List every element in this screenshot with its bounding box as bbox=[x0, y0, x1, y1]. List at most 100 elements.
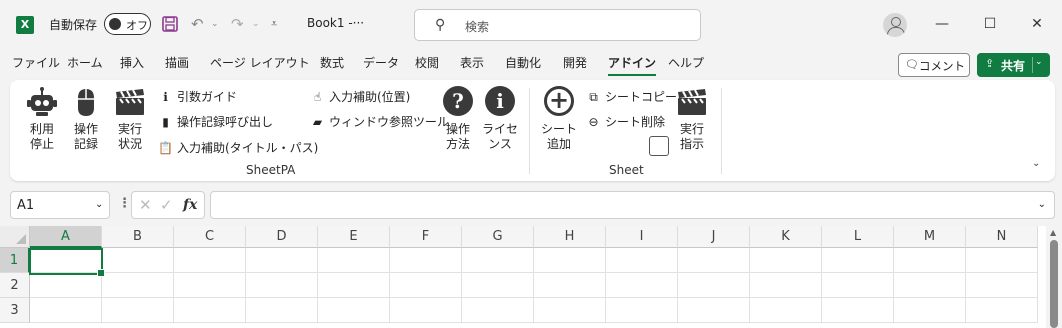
argument-guide-button[interactable]: ℹ 引数ガイド bbox=[158, 88, 237, 105]
grid-cell[interactable] bbox=[30, 298, 102, 323]
tab-page-layout[interactable]: ページ レイアウト bbox=[210, 54, 310, 71]
how-to-button[interactable]: ? 操作 方法 bbox=[440, 86, 476, 152]
redo-dropdown-icon[interactable]: ⌄ bbox=[252, 13, 260, 35]
input-assist-title-button[interactable]: 📋 入力補助(タイトル・パス) bbox=[158, 139, 318, 156]
tab-data[interactable]: データ bbox=[363, 54, 399, 71]
worksheet-grid[interactable]: ABCDEFGHIJKLMN 123 bbox=[0, 226, 1062, 328]
formula-input[interactable]: ⌄ bbox=[210, 191, 1055, 219]
call-record-button[interactable]: ▮ 操作記録呼び出し bbox=[158, 113, 273, 130]
grid-cell[interactable] bbox=[822, 298, 894, 323]
grid-cell[interactable] bbox=[102, 273, 174, 298]
column-header[interactable]: L bbox=[822, 226, 894, 248]
undo-dropdown-icon[interactable]: ⌄ bbox=[211, 13, 219, 35]
expand-formula-icon[interactable]: ⌄ bbox=[1038, 199, 1046, 210]
grid-cell[interactable] bbox=[966, 248, 1038, 273]
scroll-thumb[interactable] bbox=[1050, 240, 1058, 328]
row-header[interactable]: 2 bbox=[0, 273, 30, 298]
minimize-icon[interactable]: — bbox=[932, 13, 952, 35]
grid-cell[interactable] bbox=[318, 248, 390, 273]
column-header[interactable]: C bbox=[174, 226, 246, 248]
grid-cell[interactable] bbox=[678, 298, 750, 323]
grid-cell[interactable] bbox=[894, 273, 966, 298]
grid-cell[interactable] bbox=[894, 298, 966, 323]
chevron-down-icon[interactable]: ⌄ bbox=[95, 199, 103, 210]
tab-automate[interactable]: 自動化 bbox=[505, 54, 541, 71]
execute-instruction-button[interactable]: 実行 指示 bbox=[674, 86, 710, 152]
autosave-toggle[interactable]: オフ bbox=[104, 13, 151, 35]
scroll-up-icon[interactable]: ▲ bbox=[1050, 228, 1056, 237]
grid-cell[interactable] bbox=[318, 298, 390, 323]
column-header[interactable]: D bbox=[246, 226, 318, 248]
grid-cell[interactable] bbox=[750, 248, 822, 273]
fx-icon[interactable]: fx bbox=[183, 197, 197, 213]
column-header[interactable]: E bbox=[318, 226, 390, 248]
copy-sheet-button[interactable]: ⧉ シートコピー bbox=[586, 88, 677, 105]
grid-cell[interactable] bbox=[606, 298, 678, 323]
column-header[interactable]: M bbox=[894, 226, 966, 248]
grid-cell[interactable] bbox=[246, 248, 318, 273]
document-title[interactable]: Book1 -··· bbox=[307, 16, 364, 30]
grid-cell[interactable] bbox=[174, 248, 246, 273]
grid-cell[interactable] bbox=[606, 248, 678, 273]
grid-cell[interactable] bbox=[390, 298, 462, 323]
grid-cell[interactable] bbox=[246, 273, 318, 298]
column-header[interactable]: K bbox=[750, 226, 822, 248]
tab-formulas[interactable]: 数式 bbox=[320, 54, 344, 71]
column-header[interactable]: B bbox=[102, 226, 174, 248]
cancel-icon[interactable]: ✕ bbox=[139, 196, 152, 214]
undo-icon[interactable]: ↶ bbox=[191, 13, 204, 35]
sheet-option-checkbox[interactable] bbox=[649, 136, 669, 156]
select-all-button[interactable] bbox=[0, 226, 30, 248]
row-header[interactable]: 1 bbox=[0, 248, 30, 273]
column-header[interactable]: N bbox=[966, 226, 1038, 248]
grid-cell[interactable] bbox=[390, 248, 462, 273]
column-header[interactable]: A bbox=[30, 226, 102, 248]
input-assist-position-button[interactable]: ☝ 入力補助(位置) bbox=[310, 88, 411, 105]
tab-view[interactable]: 表示 bbox=[460, 54, 484, 71]
window-reference-tool-button[interactable]: ▰ ウィンドウ参照ツール bbox=[310, 113, 449, 130]
avatar[interactable] bbox=[883, 13, 907, 37]
column-header[interactable]: H bbox=[534, 226, 606, 248]
vertical-scrollbar[interactable]: ▲ bbox=[1046, 226, 1062, 328]
search-input[interactable]: ⚲ 検索 bbox=[414, 9, 701, 41]
tab-review[interactable]: 校閲 bbox=[415, 54, 439, 71]
tab-developer[interactable]: 開発 bbox=[563, 54, 587, 71]
grid-cell[interactable] bbox=[750, 298, 822, 323]
column-header[interactable]: F bbox=[390, 226, 462, 248]
grid-cell[interactable] bbox=[174, 273, 246, 298]
grid-cell[interactable] bbox=[318, 273, 390, 298]
grid-cell[interactable] bbox=[894, 248, 966, 273]
grid-cell[interactable] bbox=[678, 248, 750, 273]
grid-cell[interactable] bbox=[102, 248, 174, 273]
tab-file[interactable]: ファイル bbox=[12, 54, 60, 71]
enter-icon[interactable]: ✓ bbox=[160, 196, 173, 214]
share-button[interactable]: ⇪ 共有 ⌄ bbox=[977, 53, 1050, 77]
close-icon[interactable]: ✕ bbox=[1027, 13, 1047, 35]
grid-cell[interactable] bbox=[534, 298, 606, 323]
grid-cell[interactable] bbox=[30, 273, 102, 298]
maximize-icon[interactable]: ☐ bbox=[980, 13, 1000, 35]
formula-bar-dots-icon[interactable]: ⋮ bbox=[118, 196, 131, 211]
column-header[interactable]: I bbox=[606, 226, 678, 248]
name-box[interactable]: A1 ⌄ bbox=[10, 191, 110, 219]
active-cell[interactable] bbox=[29, 248, 105, 277]
grid-cell[interactable] bbox=[462, 273, 534, 298]
collapse-ribbon-icon[interactable]: ⌄ bbox=[1032, 158, 1040, 169]
grid-cell[interactable] bbox=[462, 298, 534, 323]
grid-cell[interactable] bbox=[390, 273, 462, 298]
tab-home[interactable]: ホーム bbox=[67, 54, 103, 71]
column-header[interactable]: J bbox=[678, 226, 750, 248]
tab-insert[interactable]: 挿入 bbox=[120, 54, 144, 71]
grid-cell[interactable] bbox=[462, 248, 534, 273]
grid-cell[interactable] bbox=[534, 248, 606, 273]
redo-icon[interactable]: ↷ bbox=[231, 13, 244, 35]
grid-cell[interactable] bbox=[966, 273, 1038, 298]
grid-cell[interactable] bbox=[246, 298, 318, 323]
license-button[interactable]: i ライセ ンス bbox=[482, 86, 518, 152]
grid-cell[interactable] bbox=[534, 273, 606, 298]
delete-sheet-button[interactable]: ⊖ シート削除 bbox=[586, 113, 665, 130]
comment-button[interactable]: 🗨 コメント bbox=[898, 53, 970, 77]
grid-cell[interactable] bbox=[678, 273, 750, 298]
record-operation-button[interactable]: 操作 記録 bbox=[68, 86, 104, 152]
share-dropdown-icon[interactable]: ⌄ bbox=[1035, 57, 1043, 67]
